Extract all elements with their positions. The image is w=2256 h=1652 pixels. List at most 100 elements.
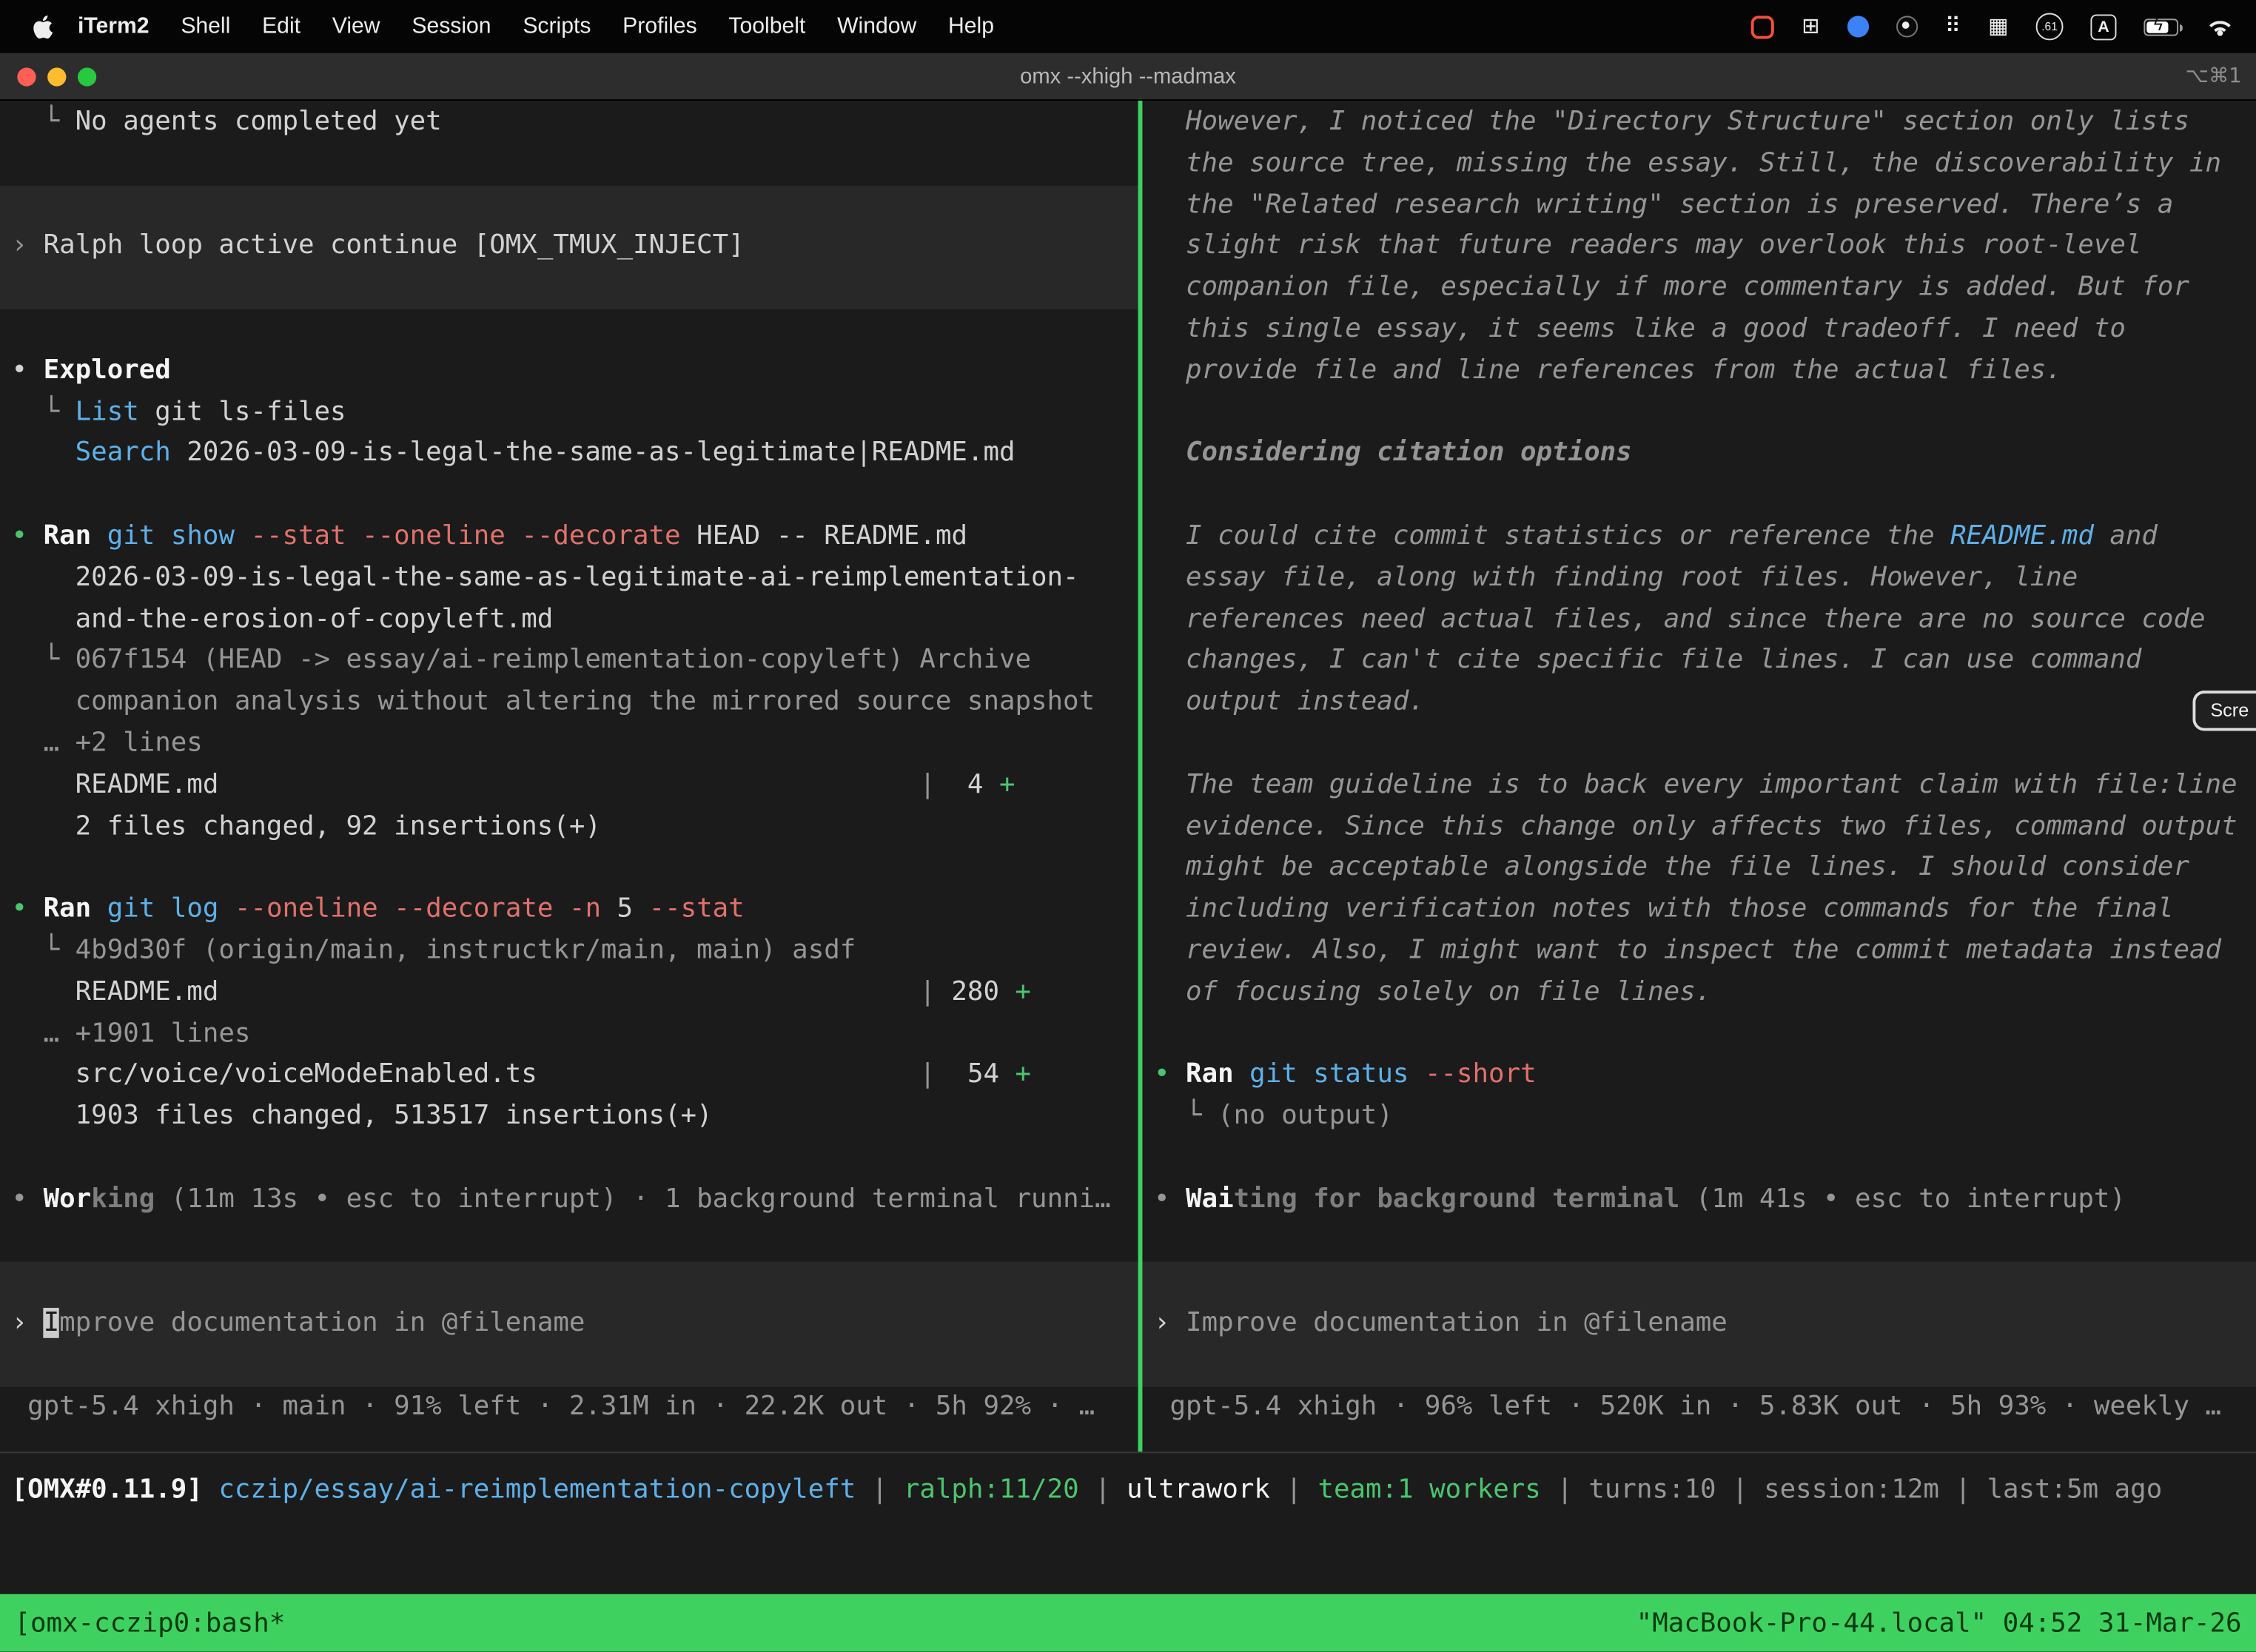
text-segment: | bbox=[1079, 1474, 1127, 1505]
text-segment: and-the-erosion-of-copyleft.md bbox=[12, 604, 554, 634]
wifi-icon[interactable] bbox=[2206, 17, 2233, 36]
text-segment: ultrawork bbox=[1127, 1474, 1270, 1505]
prompt-input[interactable]: › Improve documentation in @filename bbox=[1142, 1262, 2256, 1386]
text-segment: No agents completed yet bbox=[75, 107, 442, 137]
text-segment: review. Also, I might want to inspect th… bbox=[1154, 935, 2221, 965]
text-segment: Improve documentation in @filename bbox=[1186, 1308, 1728, 1338]
text-segment bbox=[1409, 1059, 1425, 1089]
terminal-line bbox=[1142, 1220, 2256, 1262]
text-segment bbox=[218, 893, 235, 924]
terminal-empty-area bbox=[0, 1526, 2256, 1594]
menu-item-edit[interactable]: Edit bbox=[246, 13, 317, 39]
text-segment: README.md bbox=[12, 976, 219, 1007]
menu-bar-items: ShellEditViewSessionScriptsProfilesToolb… bbox=[165, 13, 1010, 39]
menu-item-toolbelt[interactable]: Toolbelt bbox=[713, 13, 822, 39]
menu-item-window[interactable]: Window bbox=[822, 13, 933, 39]
text-segment: 2 files changed, 92 insertions(+) bbox=[12, 810, 601, 841]
text-segment: git status bbox=[1249, 1059, 1409, 1089]
terminal-line bbox=[0, 475, 1138, 517]
text-segment: • bbox=[1154, 1059, 1186, 1089]
app-grid-icon[interactable]: ⠿ bbox=[1945, 16, 1961, 37]
terminal-line: └ (no output) bbox=[1142, 1096, 2256, 1138]
text-segment: 2026-03-09-is-legal-the-same-as-legitima… bbox=[12, 563, 1079, 593]
terminal-line: companion file, especially if more comme… bbox=[1142, 268, 2256, 309]
terminal-pane-right[interactable]: However, I noticed the "Directory Struct… bbox=[1142, 101, 2256, 1451]
terminal-line bbox=[0, 309, 1138, 351]
terminal-line bbox=[0, 1138, 1138, 1179]
menu-item-scripts[interactable]: Scripts bbox=[507, 13, 607, 39]
terminal-line: of focusing solely on file lines. bbox=[1142, 973, 2256, 1014]
text-segment: README.md bbox=[1950, 521, 2094, 551]
text-segment: └ bbox=[12, 935, 75, 965]
raycast-icon[interactable] bbox=[1847, 16, 1869, 37]
text-segment: (1m 41s • esc to interrupt) bbox=[1679, 1183, 2126, 1214]
minimize-button[interactable] bbox=[47, 67, 66, 85]
omx-status-line: [OMX#0.11.9] cczip/essay/ai-reimplementa… bbox=[0, 1474, 2162, 1505]
text-segment: session:12m bbox=[1764, 1474, 1939, 1505]
text-segment: └ bbox=[12, 645, 75, 676]
menu-item-iterm2[interactable]: iTerm2 bbox=[62, 13, 165, 39]
terminal-line: essay file, along with finding root file… bbox=[1142, 558, 2256, 600]
menu-item-view[interactable]: View bbox=[316, 13, 396, 39]
terminal-pane-left[interactable]: └ No agents completed yet› Ralph loop ac… bbox=[0, 101, 1138, 1451]
terminal-line: the source tree, missing the essay. Stil… bbox=[1142, 144, 2256, 185]
text-segment: Ralph loop active continue [OMX_TMUX_INJ… bbox=[44, 231, 745, 261]
battery-icon[interactable]: ϟ bbox=[2143, 18, 2178, 35]
text-segment: Ran bbox=[44, 521, 92, 551]
terminal-panes: └ No agents completed yet › Ralph loop ac… bbox=[0, 101, 2256, 1451]
text-segment: Ran bbox=[44, 893, 92, 924]
terminal-line: evidence. Since this change only affects… bbox=[1142, 807, 2256, 848]
text-segment bbox=[235, 521, 251, 551]
menu-bar-status-icons: ⊞ ⠿ ▦ .61 Aϟ bbox=[1751, 13, 2233, 40]
text-segment: git ls-files bbox=[139, 397, 346, 427]
text-segment: └ bbox=[1154, 1101, 1218, 1131]
terminal-line: └ 4b9d30f (origin/main, instructkr/main,… bbox=[0, 931, 1138, 973]
text-segment bbox=[12, 438, 75, 469]
apple-menu-icon[interactable] bbox=[32, 13, 53, 39]
text-segment: | bbox=[537, 1059, 936, 1089]
close-button[interactable] bbox=[17, 67, 36, 85]
menu-item-session[interactable]: Session bbox=[396, 13, 507, 39]
text-segment: › bbox=[1154, 1308, 1186, 1338]
text-segment: List bbox=[75, 397, 139, 427]
input-source-icon[interactable]: A bbox=[2090, 13, 2116, 39]
text-segment: --stat bbox=[649, 893, 745, 924]
text-segment: | bbox=[1541, 1474, 1589, 1505]
text-segment: gpt-5.4 xhigh · main · 91% left · 2.31M … bbox=[12, 1391, 1095, 1421]
text-segment: (11m 13s • esc to interrupt) · 1 backgro… bbox=[155, 1183, 1110, 1214]
text-segment: provide file and line references from th… bbox=[1154, 355, 2062, 386]
menu-item-shell[interactable]: Shell bbox=[165, 13, 246, 39]
text-segment: | bbox=[1939, 1474, 1987, 1505]
terminal-line bbox=[1142, 1138, 2256, 1179]
terminal-line bbox=[1142, 392, 2256, 434]
terminal-line: companion analysis without altering the … bbox=[0, 682, 1138, 724]
shottr-icon[interactable] bbox=[1896, 16, 1918, 37]
text-segment: Explored bbox=[44, 355, 171, 386]
text-segment: git show bbox=[107, 521, 235, 551]
terminal-line: Search 2026-03-09-is-legal-the-same-as-l… bbox=[0, 434, 1138, 475]
keyboard-icon[interactable]: ▦ bbox=[1988, 16, 2009, 37]
terminal-line: … +2 lines bbox=[0, 724, 1138, 765]
omx-status-bar: [OMX#0.11.9] cczip/essay/ai-reimplementa… bbox=[0, 1451, 2256, 1526]
menu-item-help[interactable]: Help bbox=[933, 13, 1010, 39]
prompt-input[interactable]: › Improve documentation in @filename bbox=[0, 1262, 1138, 1386]
text-segment: Considering citation options bbox=[1154, 438, 1632, 469]
text-segment: | bbox=[1716, 1474, 1765, 1505]
text-segment: last:5m ago bbox=[1987, 1474, 2162, 1505]
window-manager-icon[interactable]: ⊞ bbox=[1802, 16, 1819, 37]
text-segment: might be acceptable alongside the file l… bbox=[1154, 852, 2189, 882]
screen-recording-indicator[interactable] bbox=[1751, 15, 1774, 38]
zoom-button[interactable] bbox=[78, 67, 96, 85]
wifi-arc bbox=[2217, 30, 2223, 36]
screen: iTerm2 ShellEditViewSessionScriptsProfil… bbox=[0, 0, 2256, 1652]
window-title-bar: omx --xhigh --madmax ⌥⌘1 bbox=[0, 53, 2256, 101]
text-segment: + bbox=[1015, 1059, 1032, 1089]
menu-item-profiles[interactable]: Profiles bbox=[607, 13, 713, 39]
terminal-line: review. Also, I might want to inspect th… bbox=[1142, 931, 2256, 973]
terminal-line: slight risk that future readers may over… bbox=[1142, 226, 2256, 268]
text-segment: However, I noticed the "Directory Struct… bbox=[1154, 107, 2189, 137]
terminal-line bbox=[1142, 475, 2256, 517]
battery-gauge-icon[interactable]: .61 bbox=[2036, 13, 2064, 40]
text-segment: evidence. Since this change only affects… bbox=[1154, 810, 2237, 841]
terminal-line bbox=[1142, 1014, 2256, 1055]
